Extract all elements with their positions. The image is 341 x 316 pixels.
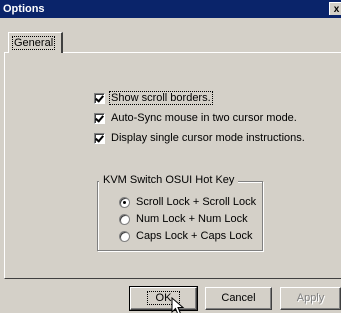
- window-title: Options: [3, 3, 45, 15]
- title-bar[interactable]: Options x: [0, 0, 341, 18]
- apply-button-label: Apply: [296, 292, 325, 304]
- tab-panel-general: [4, 52, 341, 279]
- cancel-button-label: Cancel: [221, 292, 256, 304]
- cancel-button[interactable]: Cancel: [205, 287, 272, 310]
- options-dialog: Options x General Show scroll borders. A…: [0, 0, 341, 316]
- apply-button: Apply: [280, 287, 341, 310]
- tab-general-label: General: [12, 36, 56, 50]
- close-icon[interactable]: x: [329, 2, 341, 15]
- ok-button[interactable]: OK: [129, 286, 198, 311]
- tab-general[interactable]: General: [8, 32, 63, 53]
